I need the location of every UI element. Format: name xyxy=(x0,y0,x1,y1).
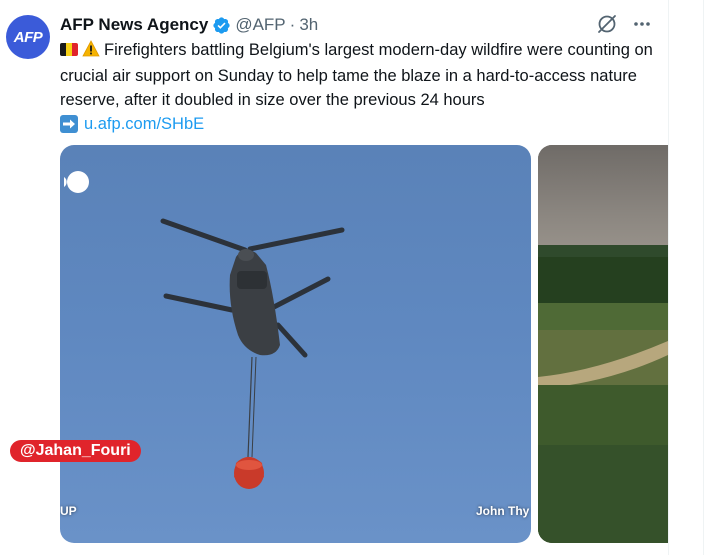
header-actions xyxy=(596,13,652,35)
tweet-body: Firefighters battling Belgium's largest … xyxy=(60,38,660,136)
photo-credit-right: John Thy xyxy=(476,504,530,518)
photo-helicopter[interactable]: UP John Thy xyxy=(60,145,531,543)
tweet-page: AFP AFP News Agency @AFP · 3h Firefighte… xyxy=(0,0,709,555)
watermark-badge: @Jahan_Fouri xyxy=(10,440,141,462)
tweet-text: Firefighters battling Belgium's largest … xyxy=(60,41,653,109)
separator-dot: · xyxy=(289,15,296,34)
grok-icon[interactable] xyxy=(596,13,618,35)
link-line: u.afp.com/SHbE xyxy=(60,112,660,136)
warning-icon xyxy=(82,40,100,64)
right-arrow-icon xyxy=(60,115,78,133)
belgium-flag-icon xyxy=(60,43,78,56)
avatar[interactable]: AFP xyxy=(6,15,50,59)
timestamp[interactable]: 3h xyxy=(299,15,318,35)
author-name[interactable]: AFP News Agency xyxy=(60,15,208,35)
photo-forest-fire[interactable] xyxy=(538,145,668,543)
media-dot xyxy=(67,171,89,193)
verified-badge-icon[interactable] xyxy=(212,16,231,35)
photo-credit-left: UP xyxy=(60,504,77,518)
column-divider xyxy=(668,0,669,555)
watermark-text: @Jahan_Fouri xyxy=(20,442,131,459)
avatar-logo-text: AFP xyxy=(13,28,43,46)
column-divider-2 xyxy=(703,0,704,555)
more-options-icon[interactable] xyxy=(632,14,652,34)
author-handle[interactable]: @AFP xyxy=(235,15,285,35)
tweet-link[interactable]: u.afp.com/SHbE xyxy=(84,112,204,136)
tweet-header: AFP News Agency @AFP · 3h xyxy=(60,14,318,36)
